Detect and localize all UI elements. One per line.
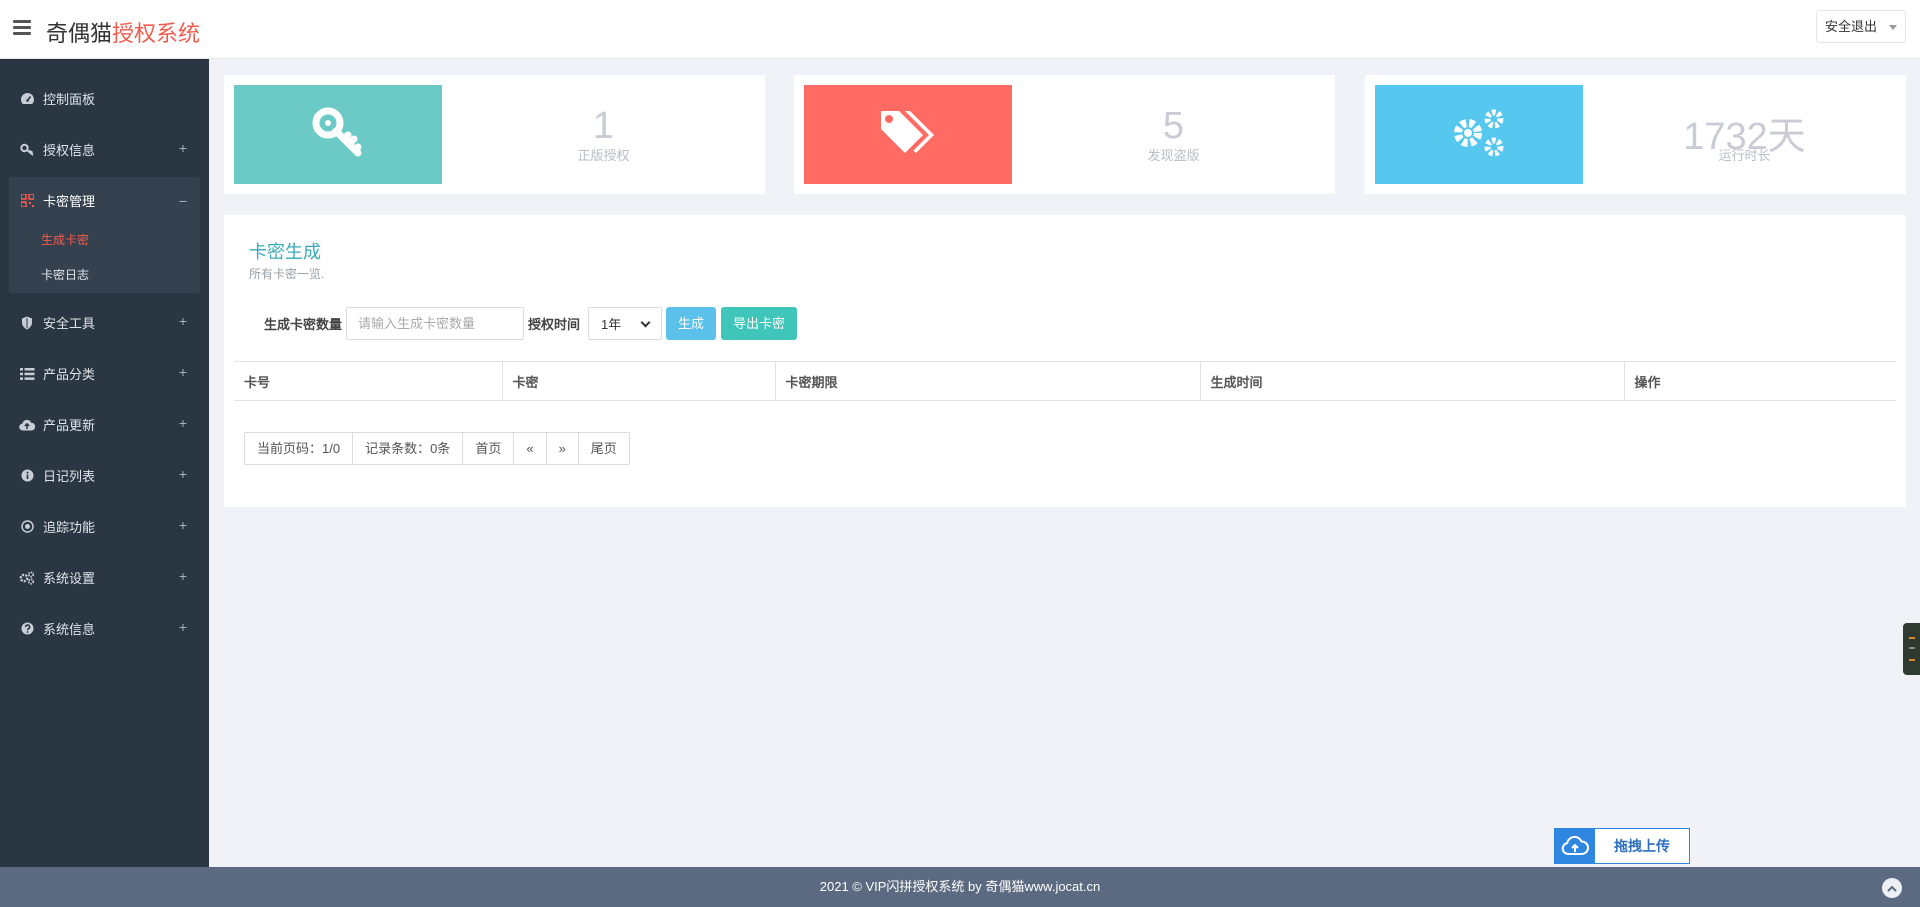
- expand-icon: +: [178, 466, 187, 482]
- panel-subtitle: 所有卡密一览.: [249, 267, 325, 281]
- sidebar-item-label: 系统信息: [43, 622, 96, 637]
- pager-last-button[interactable]: 尾页: [577, 433, 629, 464]
- pager-first-button[interactable]: 首页: [462, 433, 513, 464]
- sidebar-item-label: 卡密管理: [43, 193, 96, 209]
- sidebar-item-product-category[interactable]: 产品分类 +: [0, 348, 209, 399]
- column-header-card-number[interactable]: 卡号: [234, 361, 502, 401]
- expand-icon: +: [178, 364, 187, 380]
- cloud-upload-icon: [19, 417, 35, 433]
- stat-icon-box: [234, 85, 442, 184]
- pager-record-count: 记录条数：0条: [352, 433, 462, 464]
- expand-icon: +: [178, 517, 187, 533]
- sidebar-subitem-generate-card[interactable]: 生成卡密: [9, 223, 200, 258]
- drag-upload-widget[interactable]: 拖拽上传: [1554, 828, 1690, 864]
- sidebar-item-label: 安全工具: [43, 316, 96, 331]
- column-header-card-term[interactable]: 卡密期限: [774, 361, 1200, 401]
- key-icon: [311, 106, 365, 163]
- sidebar-item-label: 追踪功能: [43, 520, 96, 535]
- stat-value: 1: [592, 105, 615, 147]
- pager-next-button[interactable]: »: [545, 433, 578, 464]
- menu-toggle-icon[interactable]: [13, 20, 31, 36]
- sidebar-item-product-update[interactable]: 产品更新 +: [0, 399, 209, 450]
- sidebar-item-label: 产品更新: [43, 418, 96, 433]
- sidebar-item-security-tools[interactable]: 安全工具 +: [0, 297, 209, 348]
- sidebar-item-label: 控制面板: [43, 92, 96, 107]
- logout-label: 安全退出: [1824, 19, 1877, 34]
- key-icon: [19, 142, 35, 158]
- duration-value: 1年: [601, 317, 622, 332]
- sidebar-item-card-management[interactable]: 卡密管理 −: [9, 177, 200, 223]
- sidebar-item-dashboard[interactable]: 控制面板: [0, 73, 209, 124]
- column-header-actions[interactable]: 操作: [1623, 361, 1896, 401]
- sidebar-item-system-info[interactable]: 系统信息 +: [0, 603, 209, 654]
- gears-icon: [19, 570, 35, 586]
- info-circle-icon: [19, 468, 35, 484]
- stat-card-uptime: 1732天 运行时长: [1365, 75, 1906, 194]
- caret-down-icon: [1889, 25, 1897, 30]
- duration-label: 授权时间: [528, 317, 581, 332]
- app-logo[interactable]: 奇偶猫授权系统: [46, 16, 200, 48]
- footer-text: 2021 © VIP闪拼授权系统 by 奇偶猫www.jocat.cn: [819, 879, 1101, 894]
- expand-icon: +: [178, 140, 187, 156]
- shield-icon: [19, 315, 35, 331]
- question-circle-icon: [19, 621, 35, 637]
- stat-label: 运行时长: [1718, 148, 1771, 163]
- sidebar-group-card-management: 卡密管理 − 生成卡密 卡密日志: [9, 177, 200, 293]
- sidebar-item-label: 产品分类: [43, 367, 96, 382]
- export-cards-button[interactable]: 导出卡密: [721, 307, 798, 340]
- expand-icon: +: [178, 619, 187, 635]
- expand-icon: +: [178, 415, 187, 431]
- pager-prev-button[interactable]: «: [513, 433, 545, 464]
- stat-value: 5: [1162, 105, 1185, 147]
- sidebar-item-log-list[interactable]: 日记列表 +: [0, 450, 209, 501]
- cloud-upload-icon: [1555, 829, 1595, 863]
- panel-title: 卡密生成: [249, 242, 321, 262]
- duration-select[interactable]: 1年: [588, 307, 663, 340]
- sidebar-subitem-card-log[interactable]: 卡密日志: [9, 258, 200, 293]
- list-icon: [19, 366, 35, 382]
- card-count-input[interactable]: [346, 307, 525, 340]
- pagination: 当前页码：1/0 记录条数：0条 首页 « » 尾页: [244, 432, 630, 465]
- sidebar-item-system-settings[interactable]: 系统设置 +: [0, 552, 209, 603]
- collapse-icon: −: [178, 193, 187, 209]
- stat-card-piracy: 5 发现盗版: [794, 75, 1335, 194]
- sidebar-item-label: 授权信息: [43, 143, 96, 158]
- sidebar-item-tracking[interactable]: 追踪功能 +: [0, 501, 209, 552]
- dashboard-icon: [19, 91, 35, 107]
- column-header-card-secret[interactable]: 卡密: [501, 361, 775, 401]
- sidebar-item-auth-info[interactable]: 授权信息 +: [0, 124, 209, 175]
- table-header-row: 卡号 卡密 卡密期限 生成时间 操作: [234, 361, 1896, 401]
- target-icon: [19, 519, 35, 535]
- stat-icon-box: [1375, 85, 1583, 184]
- generate-form: 生成卡密数量 授权时间 1年 生成 导出卡密: [264, 307, 802, 340]
- stat-label: 发现盗版: [1147, 148, 1200, 163]
- sidebar: 控制面板 授权信息 + 卡密管理 − 生成卡密 卡密日志 安全工具 + 产品分类…: [0, 59, 209, 867]
- stat-icon-box: [804, 85, 1012, 184]
- pager-current-page: 当前页码：1/0: [257, 441, 341, 456]
- generate-button[interactable]: 生成: [666, 307, 717, 340]
- expand-icon: +: [178, 313, 187, 329]
- stat-card-genuine: 1 正版授权: [224, 75, 765, 194]
- sidebar-item-label: 日记列表: [43, 469, 96, 484]
- sidebar-item-label: 系统设置: [43, 571, 96, 586]
- logo-accent-text: 授权系统: [112, 21, 201, 46]
- column-header-created-time[interactable]: 生成时间: [1199, 361, 1624, 401]
- tags-icon: [878, 108, 938, 161]
- logout-dropdown[interactable]: 安全退出: [1815, 10, 1906, 43]
- stat-label: 正版授权: [577, 148, 630, 163]
- count-label: 生成卡密数量: [264, 317, 343, 332]
- chevron-down-icon: [640, 317, 651, 327]
- card-generate-panel: 卡密生成 所有卡密一览. 生成卡密数量 授权时间 1年 生成 导出卡密 卡号 卡…: [224, 215, 1906, 507]
- card-table: 卡号 卡密 卡密期限 生成时间 操作: [234, 361, 1896, 401]
- chevron-up-icon: [1887, 868, 1897, 907]
- gears-icon: [1450, 107, 1508, 162]
- logo-main-text: 奇偶猫: [46, 21, 113, 46]
- qrcode-icon: [19, 192, 35, 208]
- side-panel-handle[interactable]: [1903, 623, 1920, 675]
- top-header: 奇偶猫授权系统 安全退出: [0, 0, 1920, 59]
- footer: 2021 © VIP闪拼授权系统 by 奇偶猫www.jocat.cn: [0, 867, 1920, 907]
- expand-icon: +: [178, 568, 187, 584]
- upload-label: 拖拽上传: [1614, 838, 1670, 854]
- back-to-top-button[interactable]: [1882, 878, 1902, 898]
